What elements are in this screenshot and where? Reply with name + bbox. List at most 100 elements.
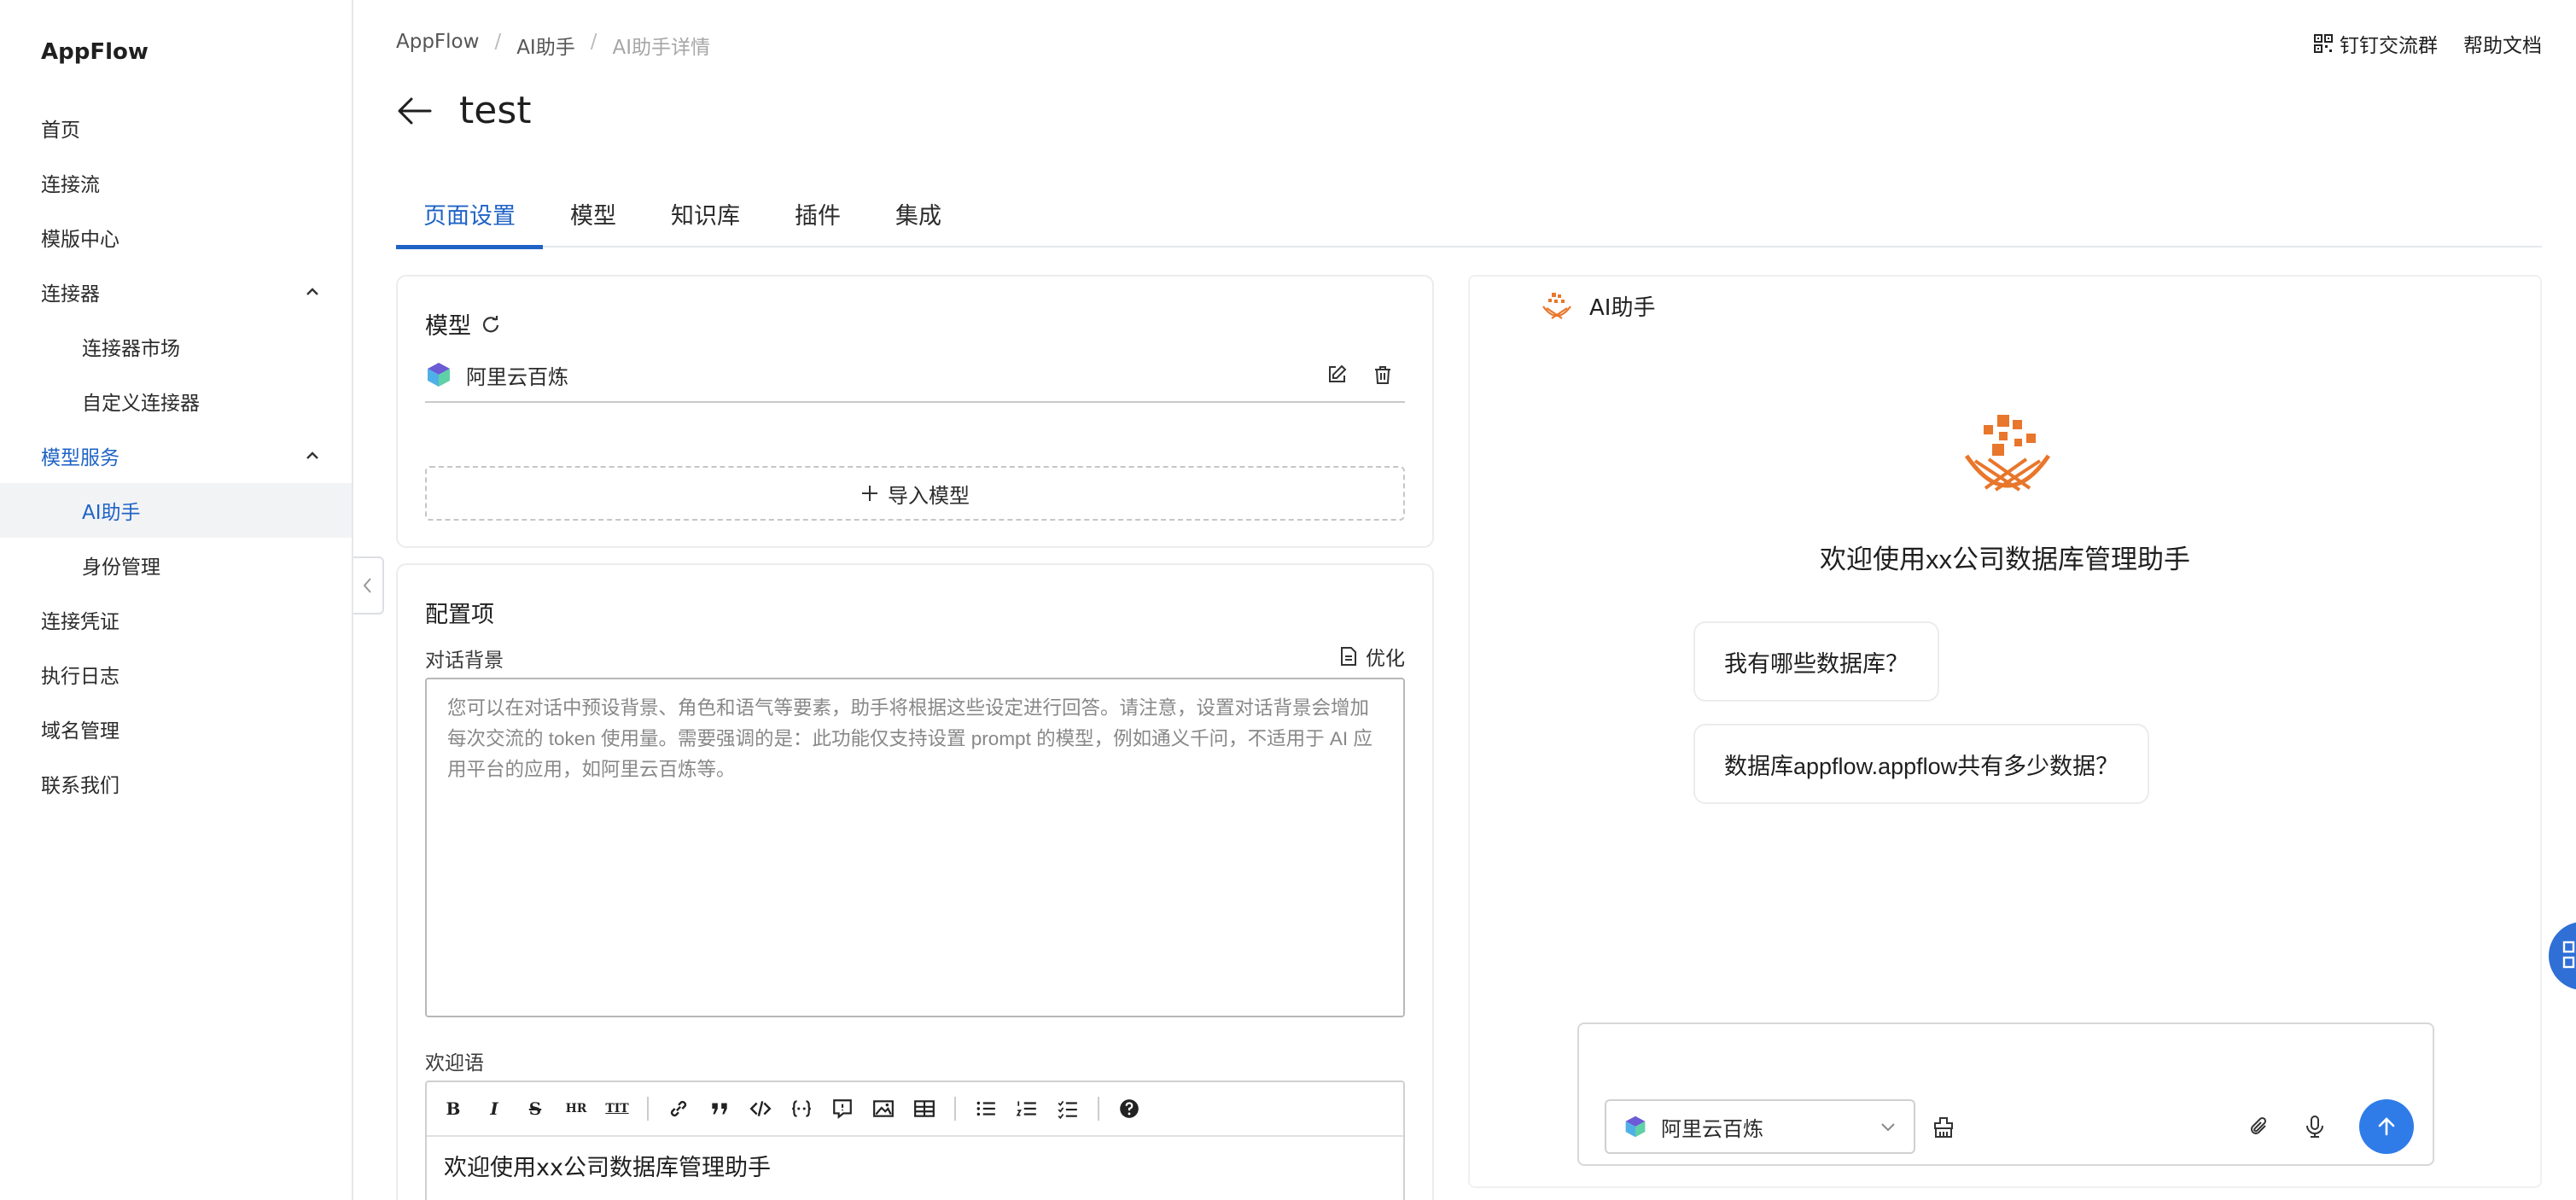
tab-page-settings[interactable]: 页面设置 bbox=[396, 193, 543, 249]
model-select[interactable]: 阿里云百炼 bbox=[1605, 1099, 1915, 1154]
tab-model[interactable]: 模型 bbox=[543, 193, 644, 248]
model-card: 模型 阿里云百炼 导入模型 bbox=[396, 275, 1434, 548]
breadcrumb-current: AI助手详情 bbox=[612, 37, 710, 59]
model-name: 阿里云百炼 bbox=[466, 364, 568, 389]
chat-title: AI助手 bbox=[1589, 295, 1656, 321]
edit-icon[interactable] bbox=[1326, 364, 1347, 385]
chevron-up-icon bbox=[306, 288, 318, 295]
bailian-logo-icon bbox=[428, 363, 450, 387]
sidebar-collapse-button[interactable] bbox=[353, 556, 384, 615]
welcome-logo-icon bbox=[1964, 415, 2051, 492]
suggested-question[interactable]: 我有哪些数据库？ bbox=[1693, 621, 1939, 702]
chat-preview: AI助手 欢迎使用xx公司数据库管理助手 我有哪些数据库？ 数据库appflow… bbox=[1468, 275, 2542, 1188]
toolbar-divider bbox=[954, 1097, 956, 1121]
page-header: test bbox=[396, 89, 532, 132]
sidebar-item-label: 域名管理 bbox=[41, 720, 119, 743]
import-model-button[interactable]: 导入模型 bbox=[425, 466, 1405, 521]
dingtalk-group-link[interactable]: 钉钉交流群 bbox=[2314, 29, 2438, 58]
arrow-up-icon bbox=[2378, 1117, 2395, 1136]
background-textarea[interactable]: 您可以在对话中预设背景、角色和语气等要素，助手将根据这些设定进行回答。请注意，设… bbox=[425, 678, 1405, 1017]
sidebar-item-connectors[interactable]: 连接器 bbox=[0, 265, 352, 319]
plus-icon bbox=[862, 486, 877, 501]
config-card: 配置项 对话背景 优化 您可以在对话中预设背景、角色和语气等要素，助手将根据这些… bbox=[396, 563, 1434, 1200]
welcome-editor-body[interactable]: 欢迎使用xx公司数据库管理助手 bbox=[427, 1137, 1403, 1194]
quote-icon[interactable] bbox=[708, 1098, 731, 1120]
sidebar-item-label: 连接器 bbox=[41, 283, 100, 306]
title-icon[interactable]: TIT bbox=[605, 1098, 628, 1120]
model-card-header: 模型 bbox=[425, 307, 500, 341]
link-icon[interactable] bbox=[667, 1098, 690, 1120]
sidebar-item-domains[interactable]: 域名管理 bbox=[0, 702, 352, 756]
bold-icon[interactable]: B bbox=[442, 1098, 464, 1120]
delete-icon[interactable] bbox=[1373, 364, 1393, 385]
ordered-list-icon[interactable] bbox=[1016, 1098, 1038, 1120]
attachment-icon[interactable] bbox=[2248, 1116, 2270, 1138]
chevron-left-icon bbox=[363, 578, 371, 593]
help-docs-link[interactable]: 帮助文档 bbox=[2463, 29, 2542, 58]
table-icon[interactable] bbox=[913, 1098, 935, 1120]
microphone-icon[interactable] bbox=[2305, 1115, 2325, 1139]
sidebar-item-identity[interactable]: 身份管理 bbox=[0, 538, 352, 592]
task-list-icon[interactable] bbox=[1057, 1098, 1079, 1120]
sidebar-item-custom-connector[interactable]: 自定义连接器 bbox=[0, 374, 352, 428]
document-icon bbox=[1341, 647, 1356, 666]
sidebar-item-contact[interactable]: 联系我们 bbox=[0, 756, 352, 811]
floating-apps-button[interactable] bbox=[2549, 922, 2576, 990]
send-button[interactable] bbox=[2359, 1099, 2414, 1154]
sidebar-item-label: 自定义连接器 bbox=[82, 393, 200, 415]
tab-knowledge-base[interactable]: 知识库 bbox=[644, 193, 767, 248]
clear-icon[interactable] bbox=[1932, 1116, 1955, 1139]
sidebar-item-label: 连接凭证 bbox=[41, 611, 119, 633]
model-select-value: 阿里云百炼 bbox=[1661, 1116, 1763, 1141]
horizontal-rule-icon[interactable]: HR bbox=[565, 1098, 587, 1120]
config-card-title: 配置项 bbox=[425, 602, 494, 628]
sidebar-item-logs[interactable]: 执行日志 bbox=[0, 647, 352, 702]
dingtalk-group-label: 钉钉交流群 bbox=[2340, 35, 2438, 57]
help-icon[interactable] bbox=[1118, 1098, 1140, 1120]
chevron-down-icon bbox=[1881, 1123, 1895, 1132]
page-title: test bbox=[459, 89, 532, 132]
breadcrumb-item[interactable]: AI助手 bbox=[516, 31, 575, 60]
toolbar-divider bbox=[1098, 1097, 1099, 1121]
bullet-list-icon[interactable] bbox=[975, 1098, 997, 1120]
refresh-icon[interactable] bbox=[481, 315, 500, 334]
sidebar-item-model-service[interactable]: 模型服务 bbox=[0, 428, 352, 483]
import-model-label: 导入模型 bbox=[888, 483, 970, 508]
sidebar-item-label: 模型服务 bbox=[41, 447, 119, 469]
welcome-label: 欢迎语 bbox=[425, 1052, 484, 1075]
chevron-up-icon bbox=[306, 451, 318, 459]
sidebar-item-label: 模版中心 bbox=[41, 229, 119, 251]
sidebar-item-label: 连接流 bbox=[41, 174, 100, 196]
breadcrumb-separator: / bbox=[590, 31, 597, 53]
comment-icon[interactable] bbox=[831, 1098, 854, 1120]
sidebar-item-connector-market[interactable]: 连接器市场 bbox=[0, 319, 352, 374]
code-icon[interactable] bbox=[749, 1098, 772, 1120]
sidebar-item-label: AI助手 bbox=[82, 502, 141, 524]
chat-welcome-text: 欢迎使用xx公司数据库管理助手 bbox=[1820, 545, 2190, 574]
sidebar-item-flows[interactable]: 连接流 bbox=[0, 155, 352, 210]
sidebar-item-label: 连接器市场 bbox=[82, 338, 180, 360]
strikethrough-icon[interactable]: S bbox=[524, 1098, 546, 1120]
sidebar-item-templates[interactable]: 模版中心 bbox=[0, 210, 352, 265]
tab-integration[interactable]: 集成 bbox=[868, 193, 969, 248]
code-block-icon[interactable] bbox=[790, 1098, 813, 1120]
suggested-question[interactable]: 数据库appflow.appflow共有多少数据？ bbox=[1693, 724, 2150, 804]
background-label: 对话背景 bbox=[425, 650, 504, 672]
model-row: 阿里云百炼 bbox=[425, 348, 1405, 403]
breadcrumb: AppFlow / AI助手 / AI助手详情 bbox=[396, 31, 710, 60]
sidebar-item-home[interactable]: 首页 bbox=[0, 101, 352, 155]
chat-composer[interactable]: 阿里云百炼 bbox=[1577, 1022, 2434, 1166]
assistant-logo-icon bbox=[1542, 292, 1571, 319]
back-arrow-icon[interactable] bbox=[396, 96, 434, 126]
sidebar-item-ai-assistant[interactable]: AI助手 bbox=[0, 483, 352, 538]
tab-plugins[interactable]: 插件 bbox=[767, 193, 868, 248]
sidebar-item-credentials[interactable]: 连接凭证 bbox=[0, 592, 352, 647]
image-icon[interactable] bbox=[872, 1098, 895, 1120]
app-logo[interactable]: AppFlow bbox=[41, 39, 149, 65]
sidebar-item-label: 联系我们 bbox=[41, 775, 119, 797]
breadcrumb-item[interactable]: AppFlow bbox=[396, 31, 479, 60]
italic-icon[interactable]: I bbox=[483, 1098, 505, 1120]
editor-toolbar: B I S HR TIT bbox=[427, 1082, 1403, 1137]
header-links: 钉钉交流群 帮助文档 bbox=[2314, 29, 2542, 58]
optimize-button[interactable]: 优化 bbox=[1340, 642, 1405, 671]
